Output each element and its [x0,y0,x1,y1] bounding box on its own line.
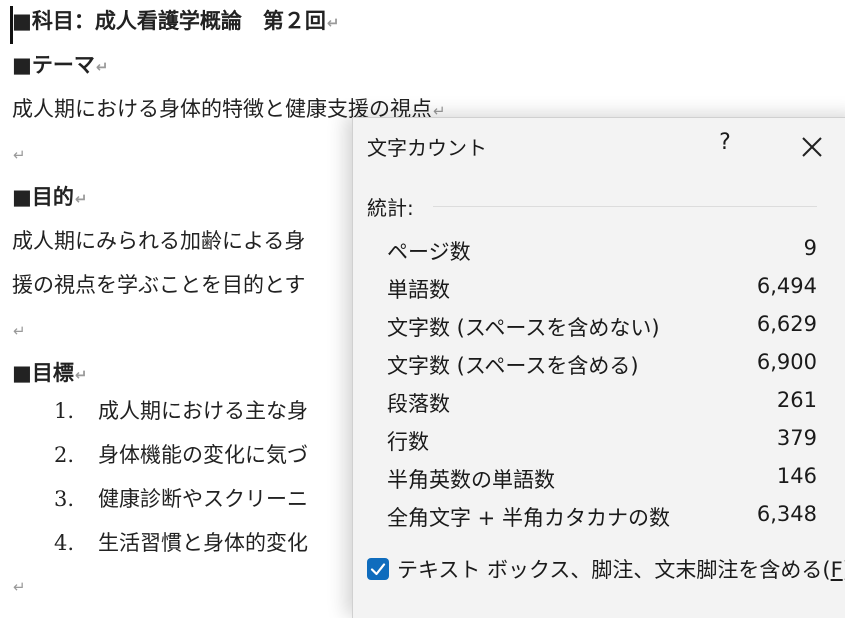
stat-row-paragraphs: 段落数 261 [387,388,817,416]
help-button[interactable]: ? [711,130,739,155]
paragraph-mark-icon: ↵ [74,366,88,384]
doc-line-title: ■科目：成人看護学概論 第２回↵ [12,8,340,33]
stat-row-fullwidth-chars: 全角文字 + 半角カタカナの数 6,348 [387,502,817,530]
statistics-list: ページ数 9 単語数 6,494 文字数 (スペースを含めない) 6,629 文… [387,232,817,536]
word-count-dialog: 文字カウント ? 統計: ページ数 9 単語数 6,494 文字数 (スペースを… [352,117,845,618]
doc-line-goals-heading: ■目標↵ [12,360,88,385]
doc-line-empty: ↵ [12,314,26,346]
list-item: 4. 生活習慣と身体的変化 [54,531,308,555]
doc-line-empty: ↵ [12,570,26,602]
stat-row-lines: 行数 379 [387,426,817,454]
stat-row-pages: ページ数 9 [387,236,817,264]
stat-row-chars-with-spaces: 文字数 (スペースを含める) 6,900 [387,350,817,378]
doc-line-purpose-text-1: 成人期にみられる加齢による身 [12,229,306,253]
paragraph-mark-icon: ↵ [326,14,340,32]
paragraph-mark-icon: ↵ [74,190,88,208]
dialog-titlebar[interactable]: 文字カウント ? [353,118,845,176]
include-textboxes-label[interactable]: テキスト ボックス、脚注、文末脚注を含める(F) [397,554,845,584]
access-key: F [830,558,843,582]
checkmark-icon [370,563,386,576]
stat-row-chars-no-spaces: 文字数 (スペースを含めない) 6,629 [387,312,817,340]
list-item: 1. 成人期における主な身 [54,399,308,423]
paragraph-mark-icon: ↵ [13,146,26,164]
doc-line-purpose-heading: ■目的↵ [12,184,88,209]
dialog-title: 文字カウント [367,136,487,160]
list-item: 3. 健康診断やスクリーニ [54,487,308,511]
close-icon [802,137,822,157]
close-button[interactable] [799,134,825,160]
section-divider [433,206,817,207]
paragraph-mark-icon: ↵ [13,322,26,340]
paragraph-mark-icon: ↵ [13,578,26,596]
stat-row-words: 単語数 6,494 [387,274,817,302]
include-textboxes-checkbox[interactable] [367,558,389,580]
paragraph-mark-icon: ↵ [95,58,109,76]
doc-line-theme-heading: ■テーマ↵ [12,52,109,77]
doc-line-purpose-text-2: 援の視点を学ぶことを目的とす [12,273,306,297]
list-item: 2. 身体機能の変化に気づ [54,443,308,467]
doc-line-empty: ↵ [12,138,26,170]
statistics-label: 統計: [367,196,414,220]
stat-row-halfwidth-words: 半角英数の単語数 146 [387,464,817,492]
